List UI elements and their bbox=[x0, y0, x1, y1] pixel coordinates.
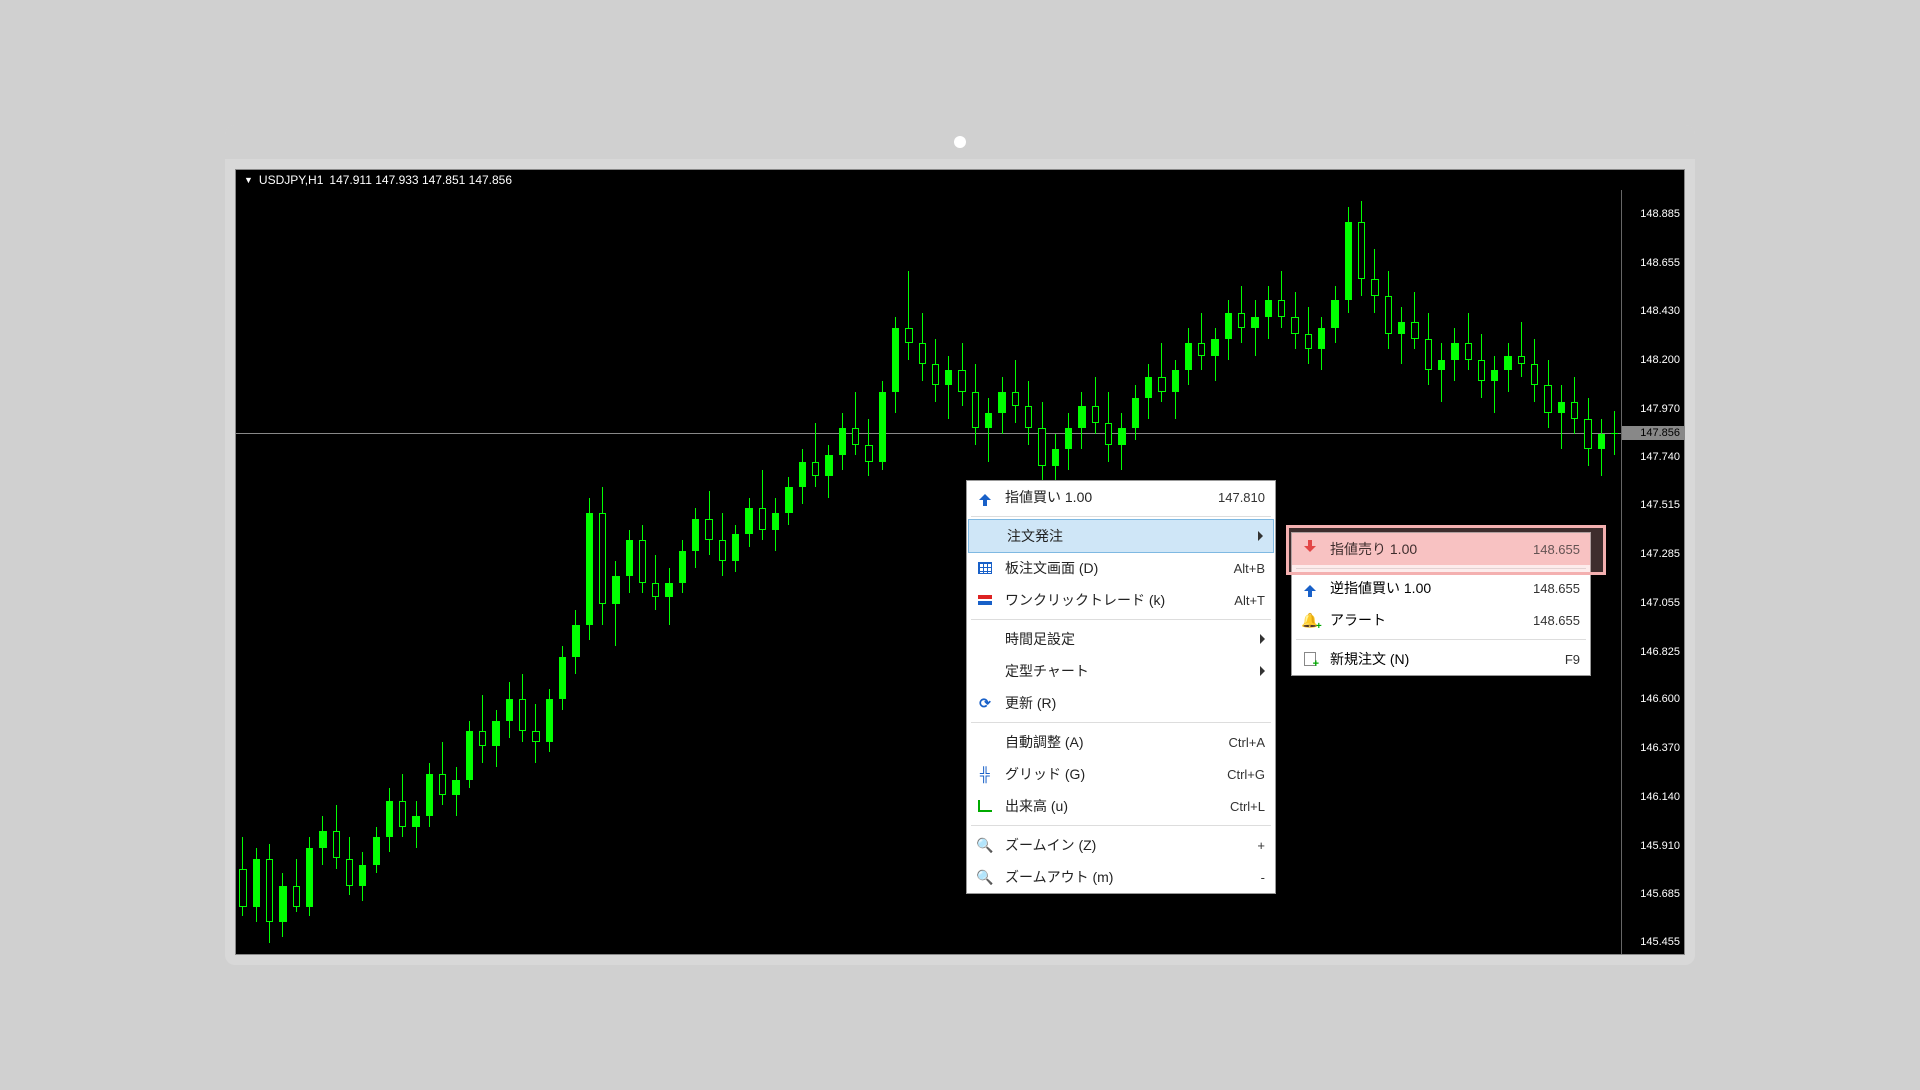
menu-item-label: 新規注文 (N) bbox=[1330, 649, 1555, 669]
chart-ohlc: 147.911 147.933 147.851 147.856 bbox=[329, 173, 512, 187]
price-axis: 148.885 148.655 148.430 148.200 147.970 147.7… bbox=[1622, 190, 1684, 954]
window-control-icon[interactable] bbox=[954, 136, 966, 148]
order-submenu[interactable]: 指値売り 1.00 148.655 逆指値買い 1.00 148.655 🔔 アラート 14… bbox=[1291, 532, 1591, 676]
menu-item-shortcut: Alt+B bbox=[1234, 561, 1265, 576]
axis-tick: 146.370 bbox=[1640, 742, 1680, 754]
blank-icon bbox=[975, 662, 995, 680]
menu-item-label: 注文発注 bbox=[1007, 526, 1248, 546]
menu-separator bbox=[971, 516, 1271, 517]
refresh-icon: ⟳ bbox=[975, 694, 995, 712]
menu-item[interactable]: 注文発注 bbox=[968, 519, 1274, 553]
axis-tick: 147.740 bbox=[1640, 451, 1680, 463]
axis-tick: 145.455 bbox=[1640, 936, 1680, 948]
menu-item[interactable]: ワンクリックトレード (k) Alt+T bbox=[967, 584, 1275, 616]
submenu-arrow-icon bbox=[1258, 531, 1263, 541]
menu-item[interactable]: 🔍 ズームイン (Z) + bbox=[967, 829, 1275, 861]
menu-item-shortcut: Ctrl+A bbox=[1229, 735, 1265, 750]
dn-icon bbox=[1300, 540, 1320, 558]
menu-item-label: 自動調整 (A) bbox=[1005, 732, 1219, 752]
menu-separator bbox=[971, 825, 1271, 826]
doc-icon bbox=[1300, 650, 1320, 668]
context-menu[interactable]: 指値買い 1.00 147.810 注文発注板注文画面 (D) Alt+B ワンクリック… bbox=[966, 480, 1276, 894]
axis-tick: 147.970 bbox=[1640, 403, 1680, 415]
menu-item-label: 出来高 (u) bbox=[1005, 796, 1220, 816]
menu-item-shortcut: 148.655 bbox=[1533, 542, 1580, 557]
axis-tick: 148.885 bbox=[1640, 208, 1680, 220]
menu-item-label: ズームアウト (m) bbox=[1005, 867, 1251, 887]
axis-tick: 148.200 bbox=[1640, 354, 1680, 366]
axis-tick: 146.140 bbox=[1640, 791, 1680, 803]
zminus-icon: 🔍 bbox=[975, 868, 995, 886]
menu-item[interactable]: 自動調整 (A) Ctrl+A bbox=[967, 726, 1275, 758]
chart-symbol: USDJPY,H1 bbox=[259, 173, 323, 187]
chart-header[interactable]: ▼ USDJPY,H1 147.911 147.933 147.851 147.… bbox=[236, 170, 1684, 190]
blank-icon bbox=[975, 630, 995, 648]
menu-item-shortcut: Alt+T bbox=[1234, 593, 1265, 608]
menu-item[interactable]: ╬ グリッド (G) Ctrl+G bbox=[967, 758, 1275, 790]
zplus-icon: 🔍 bbox=[975, 836, 995, 854]
axis-tick: 147.285 bbox=[1640, 548, 1680, 560]
menu-item[interactable]: 板注文画面 (D) Alt+B bbox=[967, 552, 1275, 584]
menu-item[interactable]: 🔍 ズームアウト (m)- bbox=[967, 861, 1275, 893]
axis-tick: 148.430 bbox=[1640, 305, 1680, 317]
menu-item-label: 指値買い 1.00 bbox=[1005, 487, 1208, 507]
axis-tick: 147.055 bbox=[1640, 597, 1680, 609]
grid-s-icon bbox=[975, 559, 995, 577]
menu-separator bbox=[1296, 568, 1586, 569]
menu-item-shortcut: - bbox=[1261, 870, 1265, 885]
up-icon bbox=[1300, 579, 1320, 597]
axis-tick: 146.600 bbox=[1640, 693, 1680, 705]
menu-item[interactable]: 指値買い 1.00 147.810 bbox=[967, 481, 1275, 513]
grid-icon: ╬ bbox=[975, 765, 995, 783]
menu-item-label: 定型チャート bbox=[1005, 661, 1250, 681]
menu-item-shortcut: Ctrl+L bbox=[1230, 799, 1265, 814]
menu-item-label: 逆指値買い 1.00 bbox=[1330, 578, 1523, 598]
menu-item[interactable]: ⟳ 更新 (R) bbox=[967, 687, 1275, 719]
vol-icon bbox=[975, 797, 995, 815]
chart-menu-arrow-icon[interactable]: ▼ bbox=[244, 175, 253, 185]
menu-item-label: 板注文画面 (D) bbox=[1005, 558, 1224, 578]
menu-item[interactable]: 定型チャート bbox=[967, 655, 1275, 687]
current-price-label: 147.856 bbox=[1622, 426, 1684, 440]
menu-item-shortcut: F9 bbox=[1565, 652, 1580, 667]
current-price-line bbox=[236, 433, 1621, 434]
submenu-arrow-icon bbox=[1260, 666, 1265, 676]
axis-tick: 145.910 bbox=[1640, 840, 1680, 852]
menu-item[interactable]: 時間足設定 bbox=[967, 623, 1275, 655]
menu-separator bbox=[971, 619, 1271, 620]
menu-item-shortcut: Ctrl+G bbox=[1227, 767, 1265, 782]
chart-window: ▼ USDJPY,H1 147.911 147.933 147.851 147.… bbox=[235, 169, 1685, 955]
axis-tick: 146.825 bbox=[1640, 646, 1680, 658]
browser-frame: ▼ USDJPY,H1 147.911 147.933 147.851 147.… bbox=[225, 125, 1695, 965]
menu-separator bbox=[971, 722, 1271, 723]
menu-item[interactable]: 新規注文 (N) F9 bbox=[1292, 643, 1590, 675]
menu-item[interactable]: 🔔 アラート 148.655 bbox=[1292, 604, 1590, 636]
menu-item-shortcut: + bbox=[1257, 838, 1265, 853]
axis-tick: 148.655 bbox=[1640, 257, 1680, 269]
blank-icon bbox=[977, 527, 997, 545]
menu-item-shortcut: 148.655 bbox=[1533, 613, 1580, 628]
menu-item-label: 指値売り 1.00 bbox=[1330, 539, 1523, 559]
axis-tick: 145.685 bbox=[1640, 888, 1680, 900]
browser-titlebar bbox=[225, 125, 1695, 159]
axis-tick: 147.515 bbox=[1640, 499, 1680, 511]
submenu-arrow-icon bbox=[1260, 634, 1265, 644]
menu-item-label: グリッド (G) bbox=[1005, 764, 1217, 784]
menu-item-shortcut: 148.655 bbox=[1533, 581, 1580, 596]
menu-separator bbox=[1296, 639, 1586, 640]
menu-item[interactable]: 指値売り 1.00 148.655 bbox=[1292, 533, 1590, 565]
up-icon bbox=[975, 488, 995, 506]
blank-icon bbox=[975, 733, 995, 751]
bell-icon: 🔔 bbox=[1300, 611, 1320, 629]
menu-item[interactable]: 逆指値買い 1.00 148.655 bbox=[1292, 572, 1590, 604]
menu-item-label: 時間足設定 bbox=[1005, 629, 1250, 649]
menu-item-label: アラート bbox=[1330, 610, 1523, 630]
menu-item-label: 更新 (R) bbox=[1005, 693, 1265, 713]
menu-item-label: ワンクリックトレード (k) bbox=[1005, 590, 1224, 610]
menu-item[interactable]: 出来高 (u) Ctrl+L bbox=[967, 790, 1275, 822]
menu-item-label: ズームイン (Z) bbox=[1005, 835, 1247, 855]
bars-icon bbox=[975, 591, 995, 609]
menu-item-shortcut: 147.810 bbox=[1218, 490, 1265, 505]
